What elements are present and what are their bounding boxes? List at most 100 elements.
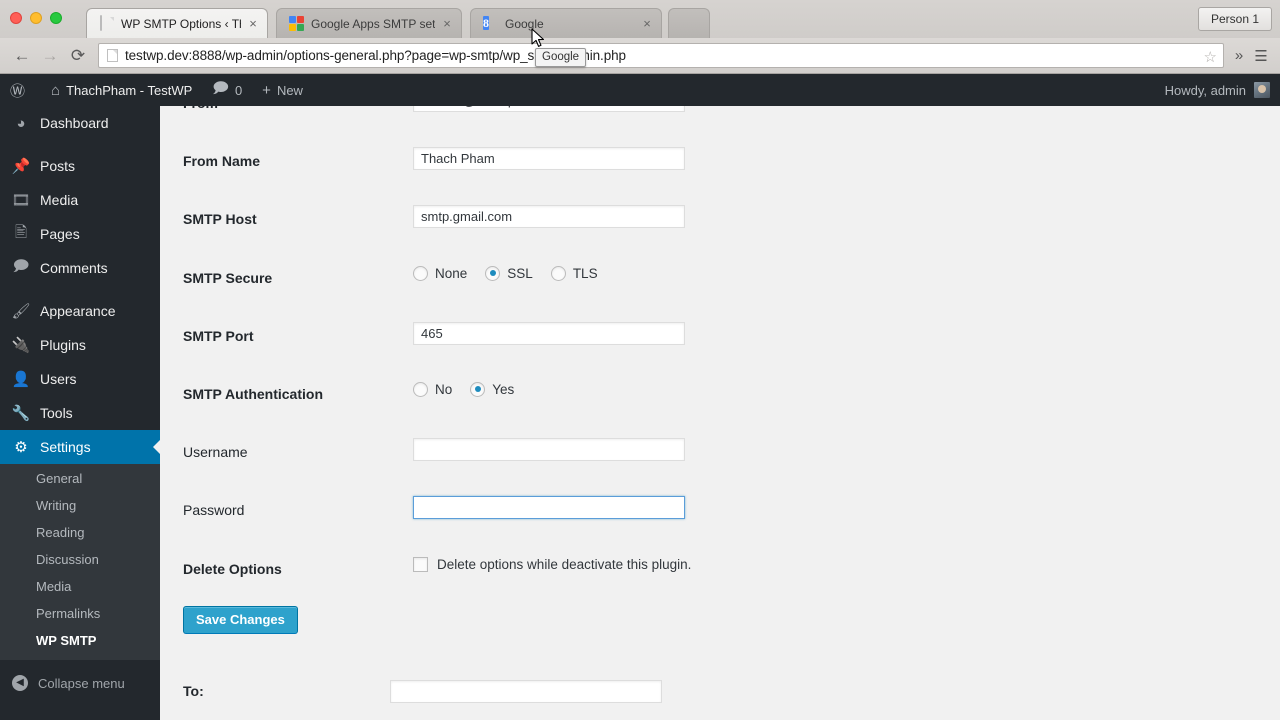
smtp-secure-option-ssl[interactable]: SSL [485, 265, 533, 281]
delete-options-checkbox[interactable] [413, 556, 428, 572]
tab-strip: WP SMTP Options ‹ Thach × Google Apps SM… [0, 0, 1280, 38]
sidebar-item-appearance[interactable]: 🖌 Appearance [0, 294, 160, 328]
link-status-tooltip: Google [535, 48, 587, 67]
admin-sidebar-menu: ◕ Dashboard 📌 Posts 🎞 Media 🖹 Pages 🗩 Co… [0, 99, 160, 720]
page-info-icon [107, 49, 118, 62]
menu-separator [0, 285, 160, 294]
wp-logo-menu[interactable]: Ⓦ [0, 74, 41, 106]
sidebar-subitem-writing[interactable]: Writing [0, 492, 160, 519]
smtp-port-input[interactable] [413, 321, 685, 345]
tab-placeholder [668, 8, 710, 38]
form-row-from: From [183, 106, 943, 132]
from-name-input[interactable] [413, 147, 685, 171]
radio-label: TLS [572, 265, 598, 281]
maximize-window-button[interactable] [50, 12, 62, 24]
radio-button[interactable] [413, 265, 428, 281]
sidebar-subitem-general[interactable]: General [0, 465, 160, 492]
main-content: From From Name SMTP Host SMTP Secure [160, 106, 1280, 720]
page-icon [99, 14, 115, 32]
chrome-menu-icon[interactable]: ☰ [1250, 43, 1272, 69]
password-input[interactable] [413, 496, 685, 520]
from-name-label: From Name [183, 153, 261, 170]
minimize-window-button[interactable] [30, 12, 42, 24]
sidebar-item-users[interactable]: 👤 Users [0, 362, 160, 396]
sidebar-subitem-discussion[interactable]: Discussion [0, 546, 160, 573]
form-row-smtp-secure: SMTP Secure None SSL TLS [183, 249, 943, 307]
to-label: To: [183, 683, 204, 700]
dashboard-icon: ◕ [16, 114, 26, 132]
from-label: From [183, 106, 403, 132]
tab-google[interactable]: 8 Google × [470, 8, 662, 38]
sidebar-item-comments[interactable]: 🗩 Comments [0, 251, 160, 285]
username-input[interactable] [413, 438, 685, 462]
sidebar-subitem-wp-smtp[interactable]: WP SMTP [0, 627, 160, 654]
sidebar-item-dashboard[interactable]: ◕ Dashboard [0, 106, 160, 140]
comments-menu[interactable]: 🗩 0 [202, 74, 252, 106]
account-menu[interactable]: Howdy, admin [1165, 82, 1280, 98]
delete-options-checkbox-row[interactable]: Delete options while deactivate this plu… [413, 555, 933, 572]
radio-label: None [435, 265, 468, 281]
smtp-secure-option-tls[interactable]: TLS [550, 265, 598, 281]
google-apps-icon [289, 15, 305, 32]
smtp-auth-option-yes[interactable]: Yes [470, 381, 515, 397]
users-icon: 👤 [11, 371, 31, 388]
site-name-label: ThachPham - TestWP [66, 82, 193, 98]
sidebar-item-label: Pages [40, 226, 80, 242]
sidebar-item-label: Posts [40, 158, 76, 174]
smtp-options-form: From From Name SMTP Host SMTP Secure [183, 106, 943, 598]
sidebar-subitem-reading[interactable]: Reading [0, 519, 160, 546]
forward-button[interactable]: → [36, 43, 64, 69]
close-window-button[interactable] [10, 12, 22, 24]
sidebar-item-label: Dashboard [40, 115, 109, 131]
sidebar-item-pages[interactable]: 🖹 Pages [0, 217, 160, 251]
site-name-menu[interactable]: ⌂ ThachPham - TestWP [41, 74, 202, 106]
form-row-smtp-port: SMTP Port [183, 307, 943, 365]
back-button[interactable]: ← [8, 43, 36, 69]
tab-wp-smtp-options[interactable]: WP SMTP Options ‹ Thach × [86, 8, 268, 38]
bookmark-star-icon[interactable]: ☆ [1204, 48, 1217, 66]
sidebar-item-label: Plugins [40, 337, 86, 353]
comment-count: 0 [234, 82, 243, 98]
plugins-icon: 🔌 [11, 337, 31, 354]
wp-body: ◕ Dashboard 📌 Posts 🎞 Media 🖹 Pages 🗩 Co… [0, 99, 1280, 720]
smtp-host-input[interactable] [413, 205, 685, 229]
sidebar-item-posts[interactable]: 📌 Posts [0, 149, 160, 183]
close-icon[interactable]: × [439, 16, 455, 32]
sidebar-subitem-permalinks[interactable]: Permalinks [0, 600, 160, 627]
radio-button[interactable] [550, 265, 566, 281]
sidebar-item-settings[interactable]: ⚙ Settings [0, 430, 160, 464]
sidebar-item-label: Appearance [40, 303, 116, 319]
radio-button[interactable] [485, 265, 501, 281]
form-row-from-name: From Name [183, 132, 943, 190]
tab-google-apps-smtp-settings[interactable]: Google Apps SMTP setting × [276, 8, 462, 38]
profile-person-button[interactable]: Person 1 [1197, 7, 1272, 31]
close-icon[interactable]: × [639, 16, 655, 32]
omnibox-row: ← → ⟳ testwp.dev:8888/wp-admin/options-g… [0, 38, 1280, 73]
radio-button[interactable] [470, 381, 486, 397]
reload-button[interactable]: ⟳ [64, 43, 92, 69]
sidebar-item-media[interactable]: 🎞 Media [0, 183, 160, 217]
browser-chrome: WP SMTP Options ‹ Thach × Google Apps SM… [0, 0, 1280, 74]
appearance-icon: 🖌 [11, 303, 31, 320]
sidebar-item-tools[interactable]: 🔧 Tools [0, 396, 160, 430]
smtp-auth-option-no[interactable]: No [413, 381, 452, 397]
address-bar[interactable]: testwp.dev:8888/wp-admin/options-general… [98, 43, 1224, 68]
close-icon[interactable]: × [245, 16, 261, 32]
pages-icon: 🖹 [14, 223, 28, 241]
sidebar-item-plugins[interactable]: 🔌 Plugins [0, 328, 160, 362]
from-input[interactable] [413, 106, 685, 112]
comments-icon: 🗩 [12, 257, 30, 275]
radio-button[interactable] [413, 381, 428, 397]
smtp-secure-option-none[interactable]: None [413, 265, 468, 281]
collapse-menu-button[interactable]: ◀ Collapse menu [0, 666, 160, 700]
new-content-menu[interactable]: + New [252, 74, 313, 106]
home-icon: ⌂ [51, 81, 61, 99]
radio-label: Yes [492, 381, 515, 397]
overflow-chevron-icon[interactable]: » [1228, 43, 1250, 69]
settings-icon: ⚙ [14, 439, 28, 456]
sidebar-subitem-media[interactable]: Media [0, 573, 160, 600]
save-changes-button[interactable]: Save Changes [183, 605, 298, 634]
tab-title: WP SMTP Options ‹ Thach [121, 16, 241, 31]
comment-bubble-icon: 🗩 [212, 79, 229, 97]
to-input[interactable] [390, 679, 662, 703]
